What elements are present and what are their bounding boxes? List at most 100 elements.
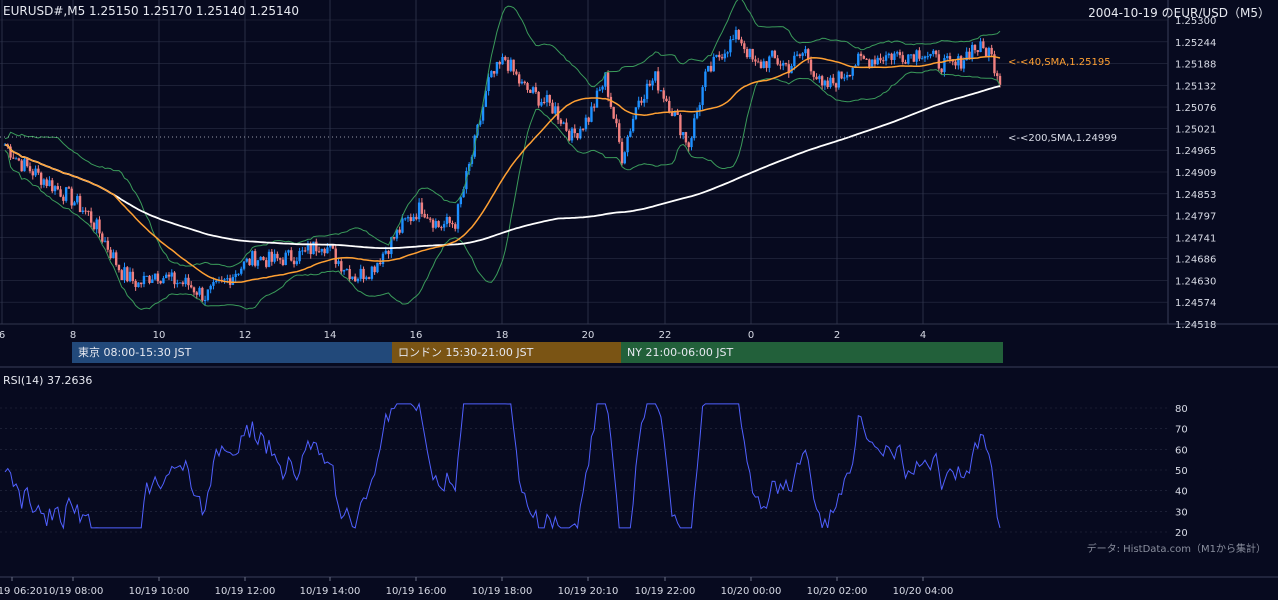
candle-body bbox=[809, 59, 813, 72]
time-tick-label: 10/20 00:00 bbox=[721, 586, 782, 597]
candle-body bbox=[92, 222, 96, 230]
candle-body bbox=[531, 87, 535, 93]
candle-body bbox=[295, 261, 299, 265]
session-london: ロンドン 15:30-21:00 JST bbox=[392, 342, 621, 363]
candle-body bbox=[203, 300, 207, 302]
candle-body bbox=[920, 58, 924, 60]
candle-body bbox=[640, 100, 643, 103]
candle-body bbox=[178, 282, 182, 284]
candle-body bbox=[954, 61, 957, 66]
candle-body bbox=[865, 58, 868, 60]
candle-body bbox=[768, 56, 771, 68]
candle-body bbox=[365, 277, 368, 280]
candle-body bbox=[101, 233, 104, 242]
candle-body bbox=[862, 55, 866, 59]
candle-body bbox=[715, 54, 718, 57]
candle-body bbox=[926, 56, 929, 58]
candle-body bbox=[820, 76, 824, 86]
candle-body bbox=[623, 152, 626, 164]
candle-body bbox=[890, 53, 893, 60]
candle-body bbox=[440, 227, 443, 229]
candle-body bbox=[242, 261, 246, 269]
candle-body bbox=[515, 71, 518, 75]
candle-body bbox=[328, 245, 332, 248]
candle-body bbox=[901, 55, 904, 63]
candle-body bbox=[128, 271, 132, 282]
candle-body bbox=[723, 53, 727, 59]
candle-body bbox=[968, 51, 971, 59]
candle-body bbox=[754, 59, 757, 62]
candle-body bbox=[504, 56, 507, 60]
candle-body bbox=[184, 277, 187, 285]
candle-body bbox=[223, 279, 226, 281]
candle-body bbox=[937, 54, 941, 69]
candle-body bbox=[28, 166, 32, 172]
candle-body bbox=[162, 278, 165, 284]
candle-body bbox=[529, 89, 532, 93]
candle-body bbox=[26, 159, 29, 167]
candle-body bbox=[857, 53, 860, 66]
candle-body bbox=[795, 54, 799, 56]
candle-body bbox=[415, 216, 418, 220]
candle-body bbox=[751, 48, 754, 60]
candle-body bbox=[606, 72, 610, 97]
candle-body bbox=[95, 219, 98, 230]
candle-body bbox=[879, 57, 882, 61]
candle-body bbox=[406, 217, 410, 219]
candle-body bbox=[259, 256, 262, 261]
candle-body bbox=[784, 63, 788, 65]
candle-body bbox=[490, 71, 493, 78]
candle-body bbox=[426, 217, 429, 219]
candle-body bbox=[929, 53, 932, 57]
candle-body bbox=[859, 53, 863, 56]
time-tick-label: 10/20 02:00 bbox=[807, 586, 868, 597]
price-tick-label: 1.24686 bbox=[1175, 255, 1216, 266]
candle-body bbox=[971, 44, 974, 59]
candle-body bbox=[381, 253, 385, 264]
candle-body bbox=[412, 216, 415, 222]
candle-body bbox=[884, 55, 888, 61]
candle-body bbox=[545, 95, 549, 103]
candle-body bbox=[668, 100, 671, 113]
candle-body bbox=[740, 39, 743, 44]
candle-body bbox=[287, 250, 290, 253]
candle-body bbox=[353, 276, 357, 282]
candle-body bbox=[48, 180, 51, 186]
candle-body bbox=[278, 258, 282, 260]
candle-body bbox=[773, 50, 777, 59]
candle-body bbox=[812, 71, 815, 77]
candle-body bbox=[106, 240, 110, 250]
sma40-line bbox=[4, 55, 1001, 284]
candle-body bbox=[934, 50, 938, 55]
price-tick-label: 1.24574 bbox=[1175, 298, 1216, 309]
candle-body bbox=[996, 73, 999, 76]
candle-body bbox=[576, 133, 579, 139]
price-tick-label: 1.24741 bbox=[1175, 233, 1216, 244]
candle-body bbox=[870, 59, 874, 68]
candle-body bbox=[620, 141, 624, 164]
candle-body bbox=[629, 131, 632, 137]
time-tick-label: 10/20 04:00 bbox=[893, 586, 954, 597]
price-tick-label: 1.25076 bbox=[1175, 103, 1216, 114]
candle-body bbox=[320, 248, 324, 252]
candle-body bbox=[737, 30, 740, 40]
candle-body bbox=[20, 160, 23, 172]
candle-body bbox=[290, 250, 293, 261]
candle-body bbox=[840, 71, 843, 79]
candle-body bbox=[940, 68, 943, 73]
candle-body bbox=[303, 250, 307, 252]
candle-body bbox=[745, 49, 749, 58]
candle-body bbox=[112, 252, 115, 259]
candle-body bbox=[70, 188, 73, 206]
candle-body bbox=[907, 54, 910, 64]
candle-body bbox=[687, 142, 690, 148]
candle-body bbox=[459, 197, 463, 205]
candle-body bbox=[398, 229, 401, 233]
candle-body bbox=[776, 58, 779, 65]
candle-body bbox=[356, 278, 360, 282]
price-tick-label: 1.24797 bbox=[1175, 212, 1216, 223]
candle-body bbox=[117, 264, 121, 271]
price-x-tick-label: 20 bbox=[582, 330, 595, 341]
candle-body bbox=[801, 53, 804, 56]
candle-body bbox=[173, 272, 176, 285]
